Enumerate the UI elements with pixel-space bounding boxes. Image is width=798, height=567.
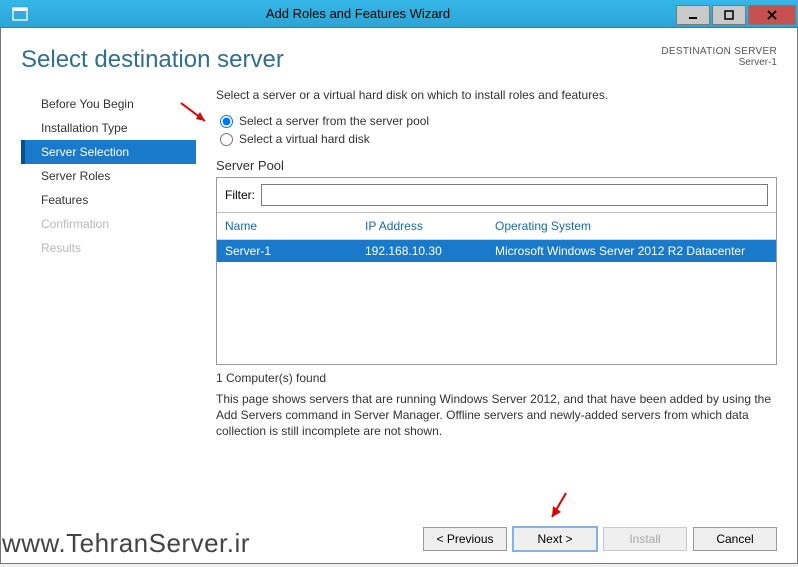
window-icon [0,7,40,21]
computers-found: 1 Computer(s) found [216,371,777,385]
destination-label: DESTINATION SERVER [661,46,777,57]
sidebar: Before You Begin Installation Type Serve… [21,88,196,509]
radio-vhd-input[interactable] [220,133,233,146]
header: Select destination server DESTINATION SE… [21,46,777,74]
window-controls [676,3,798,25]
col-header-ip[interactable]: IP Address [365,219,495,233]
install-button: Install [603,527,687,551]
page-title: Select destination server [21,46,661,74]
col-header-name[interactable]: Name [225,219,365,233]
filter-bar: Filter: [217,178,776,213]
radio-server-pool-label: Select a server from the server pool [239,114,429,128]
filter-input[interactable] [261,184,768,206]
filter-label: Filter: [225,188,255,202]
sidebar-item-before-you-begin[interactable]: Before You Begin [21,92,196,116]
cancel-button[interactable]: Cancel [693,527,777,551]
minimize-button[interactable] [676,5,710,25]
radio-vhd-label: Select a virtual hard disk [239,132,370,146]
content: Before You Begin Installation Type Serve… [21,88,777,509]
instruction-text: Select a server or a virtual hard disk o… [216,88,777,102]
sidebar-item-results: Results [21,236,196,260]
grid-header: Name IP Address Operating System [217,213,776,240]
description-text: This page shows servers that are running… [216,391,777,440]
window-title: Add Roles and Features Wizard [40,6,676,21]
watermark: www.TehranServer.ir [2,528,250,559]
radio-server-pool[interactable]: Select a server from the server pool [220,114,777,128]
sidebar-item-server-roles[interactable]: Server Roles [21,164,196,188]
close-button[interactable] [748,5,796,25]
cell-ip: 192.168.10.30 [365,244,495,258]
col-header-os[interactable]: Operating System [495,219,768,233]
destination-block: DESTINATION SERVER Server-1 [661,46,777,68]
window-body: Select destination server DESTINATION SE… [0,28,798,564]
grid-body: Server-1 192.168.10.30 Microsoft Windows… [217,240,776,364]
sidebar-item-confirmation: Confirmation [21,212,196,236]
maximize-button[interactable] [712,5,746,25]
previous-button[interactable]: < Previous [423,527,507,551]
destination-value: Server-1 [661,57,777,68]
sidebar-item-features[interactable]: Features [21,188,196,212]
sidebar-item-installation-type[interactable]: Installation Type [21,116,196,140]
titlebar: Add Roles and Features Wizard [0,0,798,28]
cell-os: Microsoft Windows Server 2012 R2 Datacen… [495,244,768,258]
radio-vhd[interactable]: Select a virtual hard disk [220,132,777,146]
server-pool-label: Server Pool [216,158,777,173]
main-panel: Select a server or a virtual hard disk o… [196,88,777,509]
radio-server-pool-input[interactable] [220,115,233,128]
next-button[interactable]: Next > [513,527,597,551]
table-row[interactable]: Server-1 192.168.10.30 Microsoft Windows… [217,240,776,262]
cell-name: Server-1 [225,244,365,258]
sidebar-item-server-selection[interactable]: Server Selection [21,140,196,164]
server-pool-box: Filter: Name IP Address Operating System… [216,177,777,365]
